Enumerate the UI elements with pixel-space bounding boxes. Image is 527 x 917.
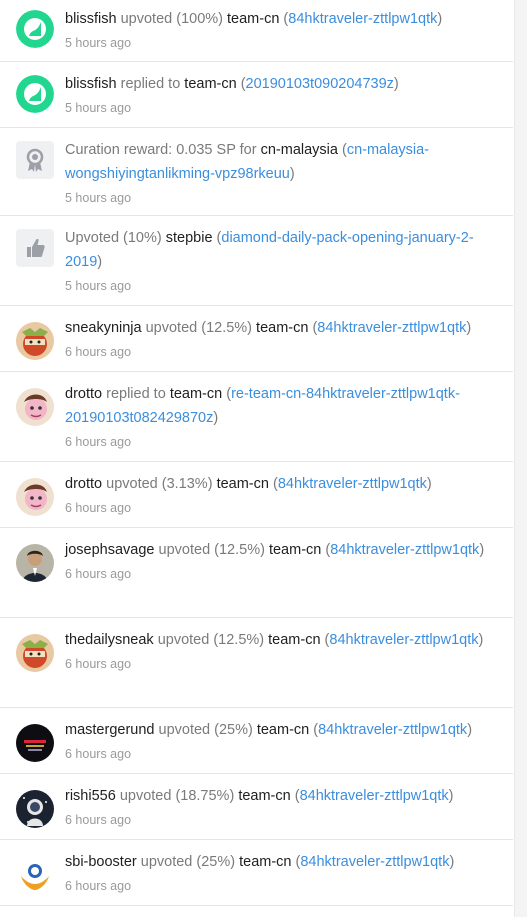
activity-feed: blissfish upvoted (100%) team-cn (84hktr… [0,0,513,906]
post-link[interactable]: 84hktraveler-zttlpw1qtk [288,11,437,27]
feed-item: mastergerund upvoted (25%) team-cn (84hk… [0,708,513,774]
post-link[interactable]: 84hktraveler-zttlpw1qtk [317,320,466,336]
timestamp: 6 hours ago [65,657,132,671]
target-account[interactable]: team-cn [257,722,309,738]
sneakyninja-avatar[interactable] [16,322,54,360]
scrollbar[interactable] [514,0,527,917]
drotto-avatar[interactable] [16,388,54,426]
action-text: replied to [120,76,181,92]
feed-item: sneakyninja upvoted (12.5%) team-cn (84h… [0,306,513,372]
timestamp: 6 hours ago [65,501,132,515]
action-text: upvoted (12.5%) [158,542,265,558]
feed-item: Upvoted (10%) stepbie (diamond-daily-pac… [0,216,513,306]
timestamp: 6 hours ago [65,879,132,893]
actor-name[interactable]: thedailysneak [65,632,154,648]
target-account[interactable]: team-cn [184,76,236,92]
feed-item: blissfish upvoted (100%) team-cn (84hktr… [0,0,513,62]
timestamp: 5 hours ago [65,279,132,293]
post-link[interactable]: 84hktraveler-zttlpw1qtk [318,722,467,738]
actor-name[interactable]: drotto [65,476,102,492]
post-link[interactable]: 84hktraveler-zttlpw1qtk [329,632,478,648]
timestamp: 6 hours ago [65,435,132,449]
actor-name[interactable]: mastergerund [65,722,154,738]
feed-item: sbi-booster upvoted (25%) team-cn (84hkt… [0,840,513,906]
feed-item: thedailysneak upvoted (12.5%) team-cn (8… [0,618,513,708]
post-link[interactable]: 84hktraveler-zttlpw1qtk [330,542,479,558]
actor-name[interactable]: blissfish [65,76,117,92]
actor-name[interactable]: blissfish [65,11,117,27]
feed-item: rishi556 upvoted (18.75%) team-cn (84hkt… [0,774,513,840]
timestamp: 5 hours ago [65,101,132,115]
target-account[interactable]: team-cn [217,476,269,492]
thedailysneak-avatar[interactable] [16,634,54,672]
timestamp: 6 hours ago [65,567,132,581]
josephsavage-avatar[interactable] [16,544,54,582]
action-text: Curation reward: 0.035 SP for [65,142,257,158]
target-account[interactable]: team-cn [227,11,279,27]
action-text: upvoted (3.13%) [106,476,213,492]
target-account[interactable]: team-cn [269,542,321,558]
feed-item: blissfish replied to team-cn (20190103t0… [0,62,513,128]
action-text: upvoted (25%) [140,854,236,870]
action-text: upvoted (12.5%) [157,632,265,648]
target-account[interactable]: team-cn [268,632,320,648]
action-text: upvoted (25%) [158,722,253,738]
feed-item: drotto upvoted (3.13%) team-cn (84hktrav… [0,462,513,528]
target-account[interactable]: team-cn [239,854,291,870]
post-link[interactable]: 84hktraveler-zttlpw1qtk [300,788,449,804]
actor-name[interactable]: rishi556 [65,788,116,804]
actor-name[interactable]: drotto [65,386,102,402]
post-link[interactable]: 84hktraveler-zttlpw1qtk [300,854,449,870]
target-account[interactable]: team-cn [256,320,308,336]
feed-item: josephsavage upvoted (12.5%) team-cn (84… [0,528,513,618]
feed-item: drotto replied to team-cn (re-team-cn-84… [0,372,513,462]
thumbs-up-icon [16,229,54,267]
sbi-booster-avatar[interactable] [16,856,54,894]
target-account[interactable]: cn-malaysia [261,142,338,158]
mastergerund-avatar[interactable] [16,724,54,762]
target-account[interactable]: team-cn [170,386,222,402]
award-ribbon-icon [16,141,54,179]
action-text: upvoted (12.5%) [145,320,253,336]
post-link[interactable]: 84hktraveler-zttlpw1qtk [278,476,427,492]
rishi556-avatar[interactable] [16,790,54,828]
steem-logo-icon[interactable] [16,10,54,48]
action-text: replied to [106,386,166,402]
action-text: upvoted (100%) [120,11,223,27]
action-text: upvoted (18.75%) [119,788,235,804]
feed-item: Curation reward: 0.035 SP for cn-malaysi… [0,128,513,216]
comment-link[interactable]: 20190103t090204739z [246,76,394,92]
timestamp: 6 hours ago [65,813,132,827]
drotto-avatar[interactable] [16,478,54,516]
actor-name[interactable]: josephsavage [65,542,155,558]
target-account[interactable]: team-cn [238,788,290,804]
timestamp: 6 hours ago [65,747,132,761]
timestamp: 5 hours ago [65,191,132,205]
timestamp: 6 hours ago [65,345,132,359]
action-text: Upvoted (10%) [65,230,162,246]
actor-name[interactable]: sneakyninja [65,320,142,336]
actor-name[interactable]: sbi-booster [65,854,137,870]
target-account[interactable]: stepbie [166,230,213,246]
steem-logo-icon[interactable] [16,75,54,113]
timestamp: 5 hours ago [65,36,132,50]
